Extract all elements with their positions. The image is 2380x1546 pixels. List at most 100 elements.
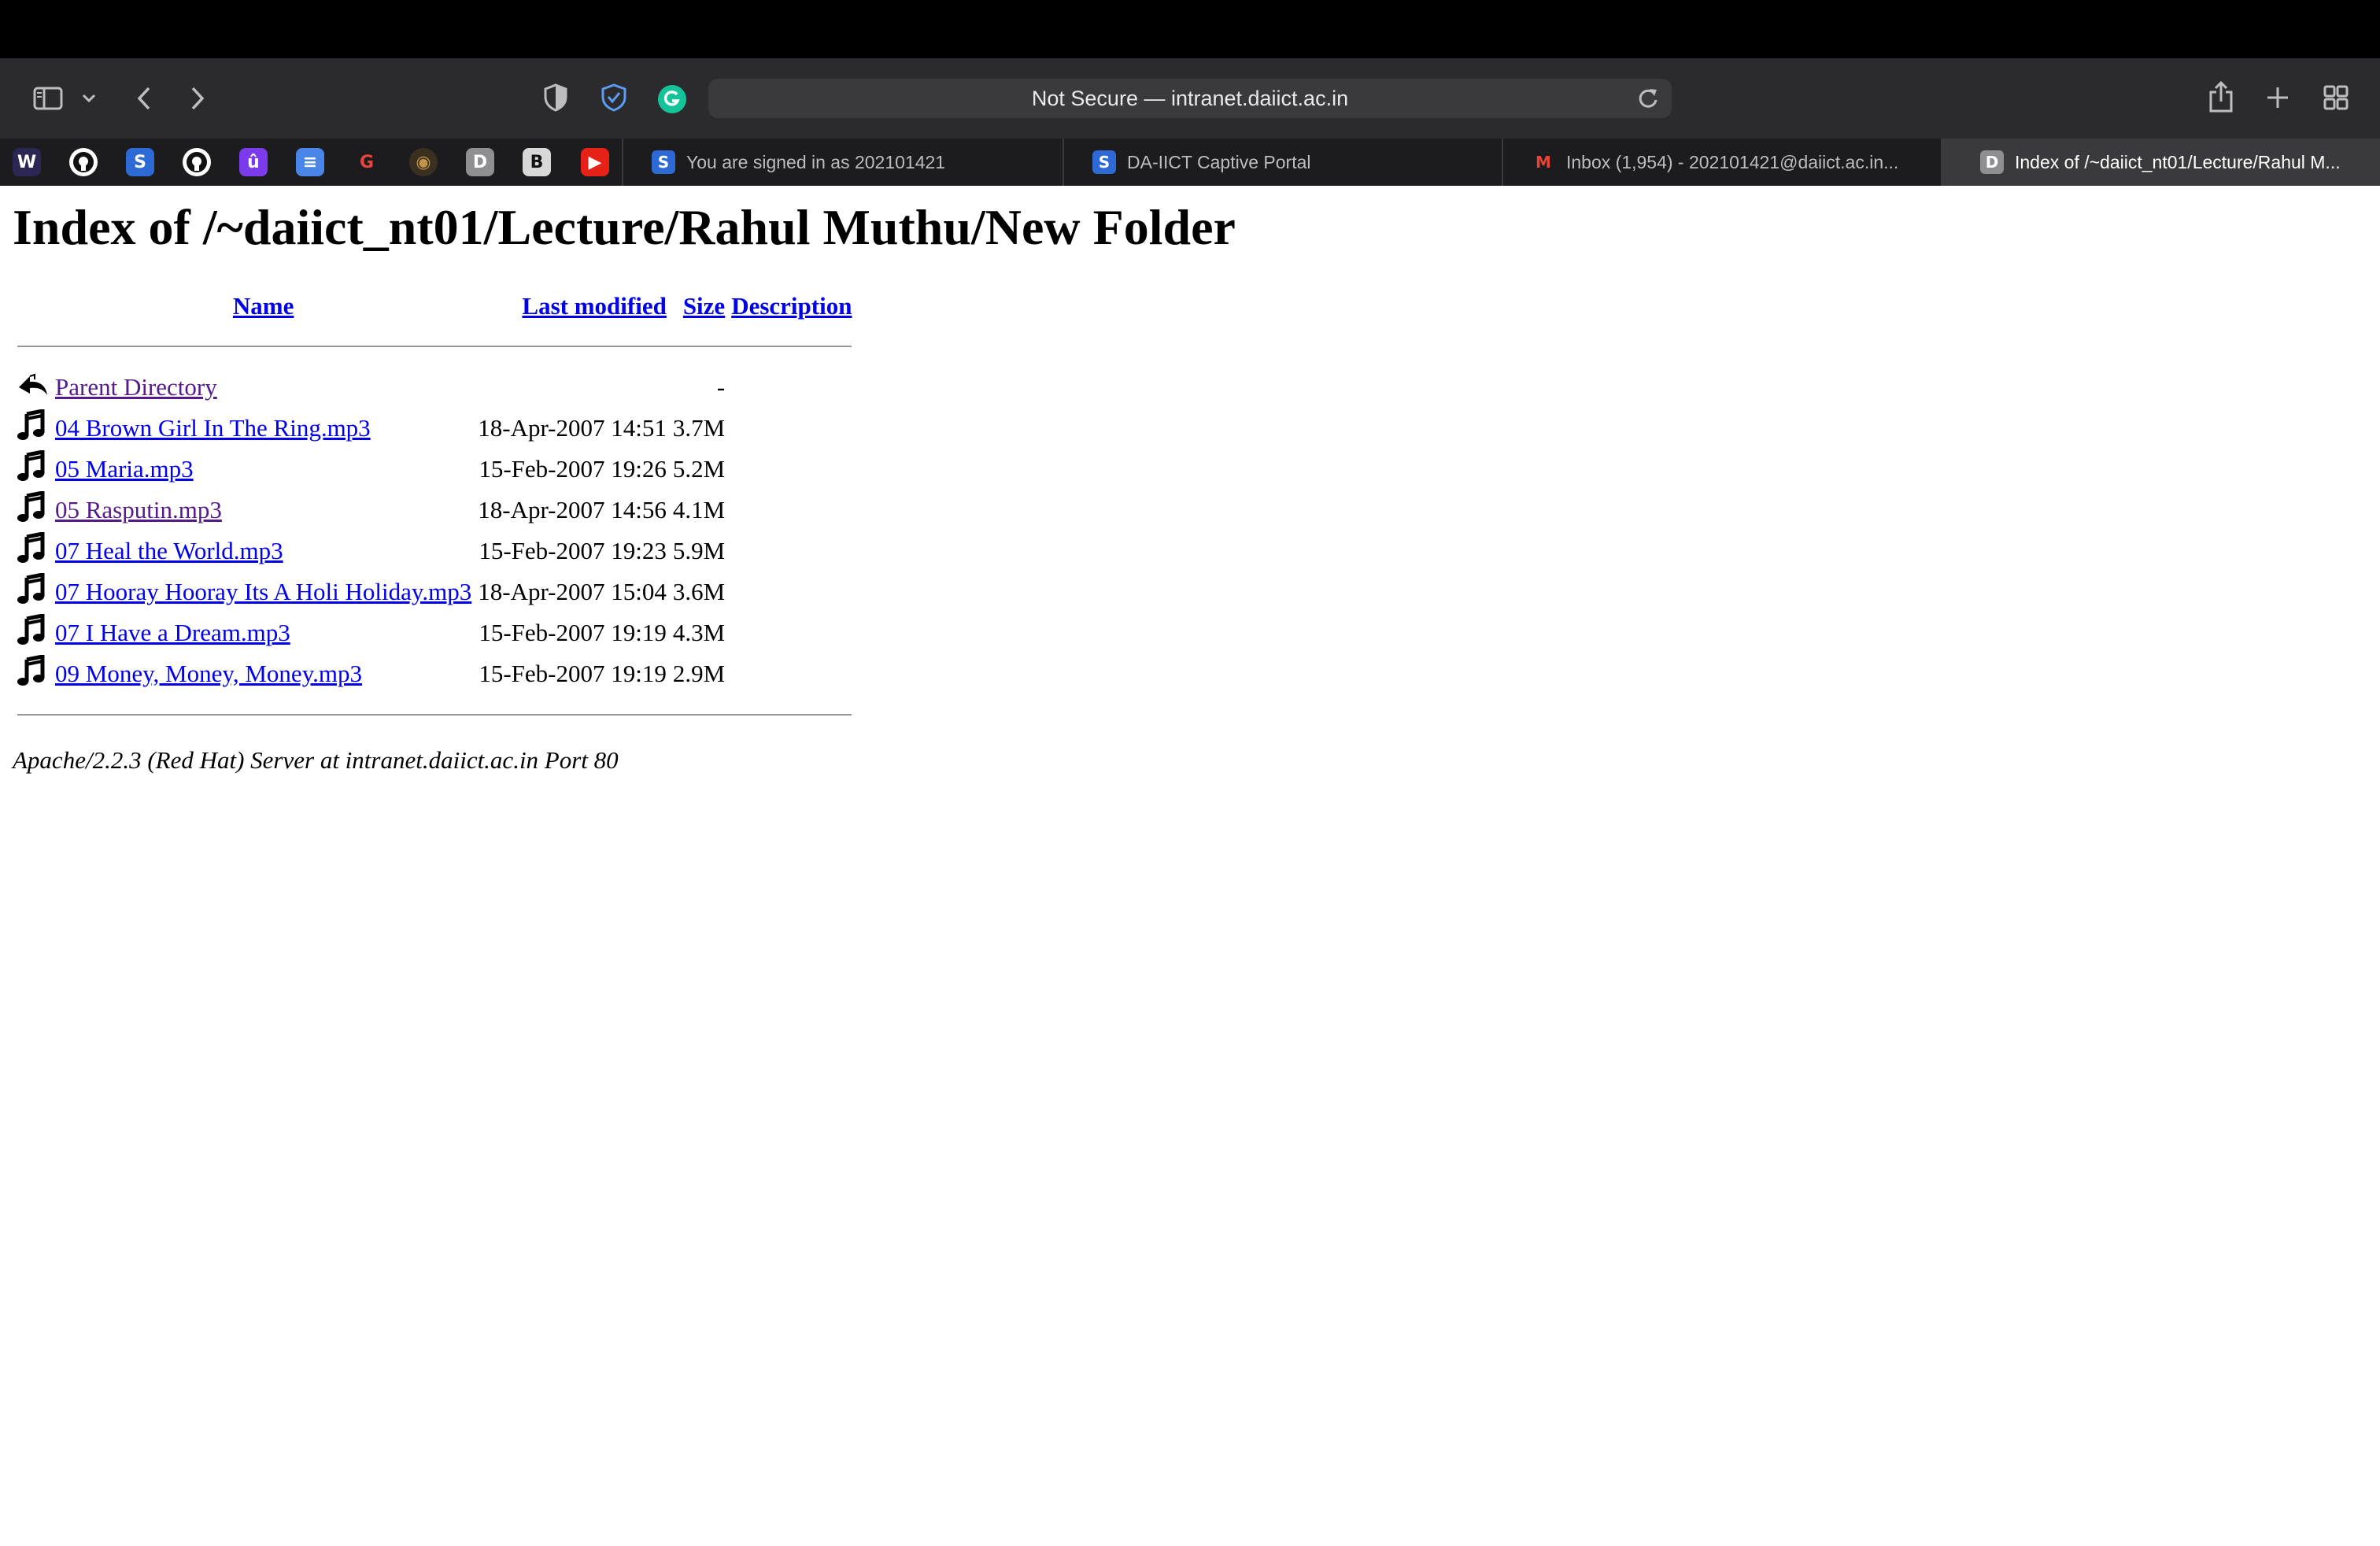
file-link[interactable]: 07 Hooray Hooray Its A Holi Holiday.mp3 <box>55 578 471 605</box>
last-modified: 15-Feb-2007 19:19 <box>479 659 667 687</box>
description-header: Description <box>731 287 852 326</box>
file-link[interactable]: 07 I Have a Dream.mp3 <box>55 619 290 646</box>
back-arrow-icon <box>17 367 49 408</box>
tab-overview-icon[interactable] <box>2322 83 2350 112</box>
page-content: Index of /~daiict_nt01/Lecture/Rahul Mut… <box>13 186 1236 775</box>
last-modified: 15-Feb-2007 19:26 <box>479 454 667 483</box>
size-header: Size <box>673 287 725 326</box>
file-size: 2.9M <box>672 659 726 687</box>
browser-toolbar: Not Secure — intranet.daiict.ac.in <box>0 58 2380 139</box>
github-bookmark-2-icon[interactable] <box>183 148 211 176</box>
audio-file-icon <box>17 653 49 694</box>
forward-icon[interactable] <box>186 82 209 115</box>
file-description <box>731 449 852 490</box>
file-description <box>731 653 852 694</box>
s-tab-icon: S <box>652 150 675 174</box>
name-header: Name <box>55 287 471 326</box>
file-link[interactable]: 04 Brown Girl In The Ring.mp3 <box>55 414 371 442</box>
tab-index-active[interactable]: D Index of /~daiict_nt01/Lecture/Rahul M… <box>1941 139 2380 186</box>
file-row: 07 Heal the World.mp3 15-Feb-2007 19:23 5.… <box>17 531 852 571</box>
docs-bookmark-icon[interactable]: ≡ <box>296 148 324 176</box>
file-link[interactable]: 09 Money, Money, Money.mp3 <box>55 660 362 687</box>
tab-signed-in[interactable]: S You are signed in as 202101421 <box>622 139 1062 186</box>
parent-directory-row: Parent Directory - <box>17 367 852 408</box>
file-description <box>731 408 852 449</box>
file-row: 09 Money, Money, Money.mp3 15-Feb-2007 19… <box>17 653 852 694</box>
last-modified: 15-Feb-2007 19:23 <box>479 536 667 564</box>
tab-label: You are signed in as 202101421 <box>686 151 946 172</box>
audio-file-icon <box>17 449 49 490</box>
file-row: 07 I Have a Dream.mp3 15-Feb-2007 19:19 4.… <box>17 612 852 653</box>
address-bar[interactable]: Not Secure — intranet.daiict.ac.in <box>708 79 1672 118</box>
reload-icon[interactable] <box>1637 87 1659 116</box>
file-size: 5.2M <box>672 454 726 483</box>
audio-file-icon <box>17 531 49 571</box>
shield-icon[interactable] <box>541 82 570 113</box>
sort-by-description-link[interactable]: Description <box>731 292 852 320</box>
sort-by-modified-link[interactable]: Last modified <box>522 292 666 320</box>
last-modified: 18-Apr-2007 14:56 <box>478 495 667 523</box>
d-bookmark-icon[interactable]: D <box>466 148 494 176</box>
file-link[interactable]: 05 Maria.mp3 <box>55 455 194 483</box>
audio-file-icon <box>17 571 49 612</box>
file-size: 3.7M <box>672 413 726 442</box>
tab-label: DA-IICT Captive Portal <box>1127 151 1311 172</box>
d-tab-icon: D <box>1980 150 2004 174</box>
file-size: 4.3M <box>672 618 726 646</box>
menu-bar <box>0 0 2380 58</box>
file-size: 4.1M <box>672 495 726 523</box>
page-title: Index of /~daiict_nt01/Lecture/Rahul Mut… <box>13 199 1236 255</box>
bitwarden-icon[interactable] <box>598 82 630 113</box>
s-tab-icon: S <box>1092 150 1116 174</box>
u-bookmark-icon[interactable]: û <box>239 148 268 176</box>
sort-by-name-link[interactable]: Name <box>233 292 294 320</box>
github-bookmark-icon[interactable] <box>69 148 98 176</box>
server-signature: Apache/2.2.3 (Red Hat) Server at intrane… <box>13 745 619 774</box>
divider <box>17 345 852 347</box>
file-row: 05 Rasputin.mp3 18-Apr-2007 14:56 4.1M <box>17 490 852 531</box>
circle-bookmark-icon[interactable]: ◉ <box>409 148 438 176</box>
directory-listing: Name Last modified Size Description Pare… <box>11 287 858 735</box>
last-modified: 18-Apr-2007 14:51 <box>478 413 667 442</box>
tab-gmail-inbox[interactable]: M Inbox (1,954) - 202101421@daiict.ac.in… <box>1502 139 1941 186</box>
file-link[interactable]: 05 Rasputin.mp3 <box>55 496 222 523</box>
chevron-down-icon[interactable] <box>79 87 99 110</box>
last-modified: 18-Apr-2007 15:04 <box>478 577 667 605</box>
tab-label: Inbox (1,954) - 202101421@daiict.ac.in..… <box>1566 151 1899 172</box>
file-description <box>731 612 852 653</box>
file-description <box>731 490 852 531</box>
sort-by-size-link[interactable]: Size <box>683 292 725 320</box>
separator-row <box>17 694 852 735</box>
file-size: 5.9M <box>672 536 726 564</box>
last-modified-header: Last modified <box>478 287 666 326</box>
new-tab-icon[interactable] <box>2264 83 2292 112</box>
tab-label: Index of /~daiict_nt01/Lecture/Rahul M..… <box>2015 151 2341 172</box>
file-size: - <box>716 372 726 401</box>
file-size: 3.6M <box>672 577 726 605</box>
sidebar-icon[interactable] <box>31 82 65 115</box>
icon-header <box>17 287 49 326</box>
back-icon[interactable] <box>132 82 156 115</box>
tab-captive-portal[interactable]: S DA-IICT Captive Portal <box>1062 139 1502 186</box>
share-icon[interactable] <box>2207 79 2235 115</box>
file-row: 05 Maria.mp3 15-Feb-2007 19:26 5.2M <box>17 449 852 490</box>
s-bookmark-icon[interactable]: S <box>126 148 154 176</box>
audio-file-icon <box>17 612 49 653</box>
w-bookmark-icon[interactable]: W <box>13 148 41 176</box>
youtube-bookmark-icon[interactable]: ▶ <box>581 148 609 176</box>
separator-row <box>17 326 852 367</box>
audio-file-icon <box>17 408 49 449</box>
file-row: 04 Brown Girl In The Ring.mp3 18-Apr-2007… <box>17 408 852 449</box>
g-bookmark-icon[interactable]: G <box>353 148 381 176</box>
file-link[interactable]: 07 Heal the World.mp3 <box>55 537 283 564</box>
file-row: 07 Hooray Hooray Its A Holi Holiday.mp3 1… <box>17 571 852 612</box>
file-description <box>731 531 852 571</box>
file-description <box>731 571 852 612</box>
header-row: Name Last modified Size Description <box>17 287 852 326</box>
grammarly-icon[interactable] <box>656 83 688 115</box>
parent-directory-link[interactable]: Parent Directory <box>55 373 217 401</box>
b-bookmark-icon[interactable]: B <box>523 148 551 176</box>
url-text: Not Secure — intranet.daiict.ac.in <box>1031 86 1349 110</box>
audio-file-icon <box>17 490 49 531</box>
divider <box>17 713 852 716</box>
